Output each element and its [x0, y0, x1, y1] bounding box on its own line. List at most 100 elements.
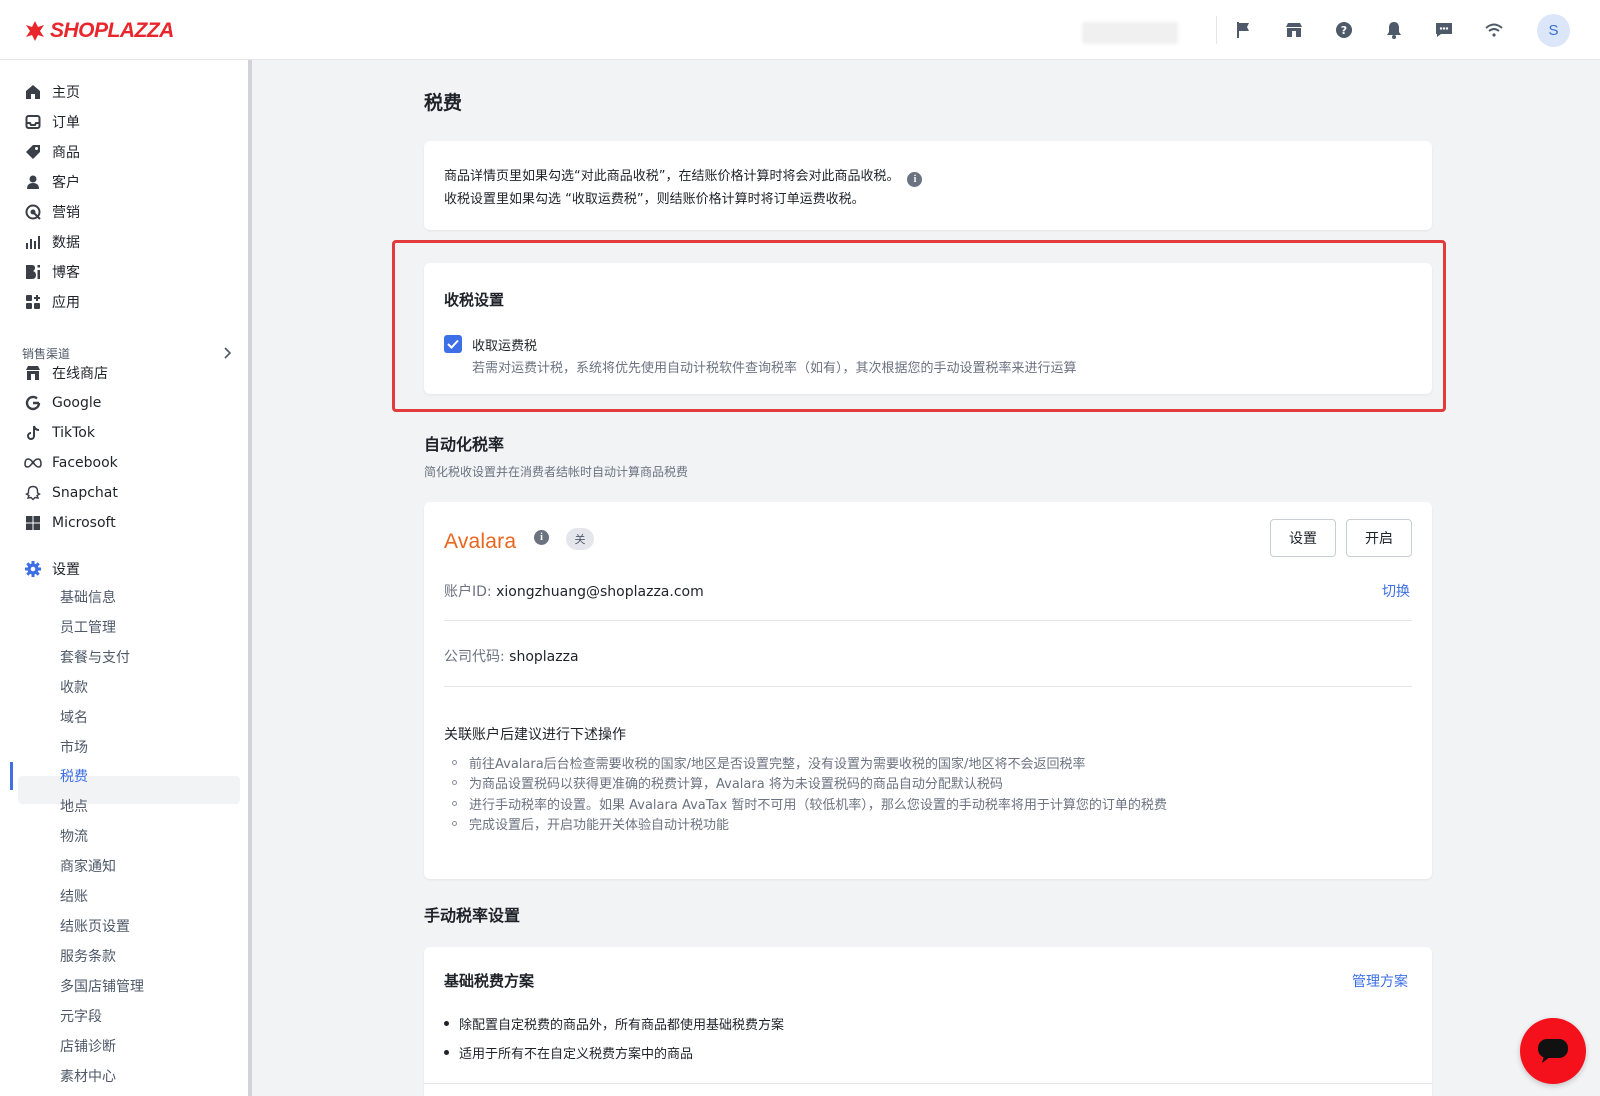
tag-icon [24, 143, 42, 161]
sidebar-item-blog[interactable]: 博客 [24, 257, 80, 287]
shoplazza-logo-icon [26, 21, 44, 41]
settings-item-payments[interactable]: 收款 [60, 673, 88, 701]
sidebar-channel-online-store[interactable]: 在线商店 [24, 358, 108, 388]
base-tax-plan-title: 基础税费方案 [444, 972, 535, 990]
divider [444, 686, 1412, 687]
sidebar-item-analytics[interactable]: 数据 [24, 227, 80, 257]
status-badge: 关 [566, 528, 594, 550]
account-id-row: 账户ID: xiongzhuang@shoplazza.com [444, 584, 704, 600]
tax-info-card: 商品详情页里如果勾选“对此商品收税”，在结账价格计算时将会对此商品收税。 i 收税… [424, 141, 1432, 230]
settings-item-metafields[interactable]: 元字段 [60, 1002, 102, 1030]
list-item: 适用于所有不在自定义税费方案中的商品 [444, 1038, 784, 1067]
divider [444, 620, 1412, 621]
sidebar-item-label: 营销 [52, 205, 80, 221]
sidebar-item-products[interactable]: 商品 [24, 137, 80, 167]
settings-item-staff[interactable]: 员工管理 [60, 613, 116, 641]
sidebar-item-label: Google [52, 395, 102, 411]
app-frame: SHOPLAZZA ? S 主页 订单 商品 客户 营销 数据 博客 应用 销售… [0, 0, 1600, 1096]
sidebar-item-home[interactable]: 主页 [24, 77, 80, 107]
settings-item-notifications[interactable]: 商家通知 [60, 852, 116, 880]
settings-item-basic-info[interactable]: 基础信息 [60, 583, 116, 611]
brand-logo[interactable]: SHOPLAZZA [24, 18, 174, 44]
switch-account-link[interactable]: 切换 [1382, 581, 1410, 601]
manual-tax-title: 手动税率设置 [424, 906, 521, 925]
active-item-indicator [10, 762, 13, 790]
sidebar-item-marketing[interactable]: 营销 [24, 197, 80, 227]
settings-item-diagnosis[interactable]: 店铺诊断 [60, 1032, 116, 1060]
store-name-blurred[interactable] [1082, 22, 1178, 44]
settings-item-taxes[interactable]: 税费 [60, 762, 88, 790]
sidebar-item-label: Facebook [52, 455, 118, 471]
google-icon [24, 394, 42, 412]
sidebar-channel-microsoft[interactable]: Microsoft [24, 508, 116, 538]
avalara-settings-button[interactable]: 设置 [1270, 519, 1336, 557]
sidebar-item-customers[interactable]: 客户 [24, 167, 80, 197]
target-icon [24, 203, 42, 221]
settings-item-assets[interactable]: 素材中心 [60, 1062, 116, 1090]
store-icon[interactable] [1283, 19, 1305, 41]
tiktok-icon [24, 424, 42, 442]
sidebar-item-settings[interactable]: 设置 [24, 554, 80, 584]
topbar-divider [1216, 16, 1217, 44]
svg-text:?: ? [1341, 24, 1347, 37]
chat-button[interactable] [1520, 1018, 1586, 1084]
settings-item-multi-store[interactable]: 多国店铺管理 [60, 972, 144, 1000]
auto-tax-title: 自动化税率 [424, 435, 505, 454]
meta-icon [24, 454, 42, 472]
sidebar-item-label: 博客 [52, 265, 80, 281]
manage-plans-link[interactable]: 管理方案 [1352, 971, 1408, 991]
settings-item-checkout[interactable]: 结账 [60, 882, 88, 910]
info-line-2: 收税设置里如果勾选 “收取运费税”，则结账价格计算时将订单运费收税。 [444, 192, 865, 207]
sidebar-channel-tiktok[interactable]: TikTok [24, 418, 95, 448]
info-line-1: 商品详情页里如果勾选“对此商品收税”，在结账价格计算时将会对此商品收税。 i [444, 165, 923, 187]
brand-name: SHOPLAZZA [50, 19, 174, 42]
auto-tax-subtitle: 简化税收设置并在消费者结帐时自动计算商品税费 [424, 465, 689, 479]
company-code-row: 公司代码: shoplazza [444, 649, 579, 665]
settings-item-plan-billing[interactable]: 套餐与支付 [60, 643, 130, 671]
steps-list: 前往Avalara后台检查需要收税的国家/地区是否设置完整，没有设置为需要收税的… [452, 752, 1167, 834]
list-item: 进行手动税率的设置。如果 Avalara AvaTax 暂时不可用（较低机率），… [452, 793, 1167, 814]
sidebar-item-label: 应用 [52, 295, 80, 311]
sidebar-channel-facebook[interactable]: Facebook [24, 448, 118, 478]
chat-icon [1538, 1039, 1568, 1063]
sidebar-item-apps[interactable]: 应用 [24, 287, 80, 317]
sidebar-item-label: 数据 [52, 235, 80, 251]
inbox-icon [24, 113, 42, 131]
message-icon[interactable] [1433, 19, 1455, 41]
sidebar-item-label: 客户 [52, 175, 80, 191]
sidebar-channel-snapchat[interactable]: Snapchat [24, 478, 118, 508]
flag-icon[interactable] [1233, 19, 1255, 41]
sidebar-item-label: Microsoft [52, 515, 116, 531]
base-tax-plan-card: 基础税费方案 管理方案 除配置自定税费的商品外，所有商品都使用基础税费方案 适用… [424, 947, 1432, 1096]
active-item-highlight [18, 776, 240, 804]
person-icon [24, 173, 42, 191]
bar-chart-icon [24, 233, 42, 251]
settings-item-shipping[interactable]: 物流 [60, 822, 88, 850]
list-item: 除配置自定税费的商品外，所有商品都使用基础税费方案 [444, 1009, 784, 1038]
sidebar-channel-google[interactable]: Google [24, 388, 101, 418]
page-title: 税费 [424, 92, 463, 114]
user-avatar[interactable]: S [1537, 14, 1570, 47]
chevron-right-icon [224, 347, 232, 359]
settings-item-locations[interactable]: 地点 [60, 792, 88, 820]
sidebar-item-label: 主页 [52, 85, 80, 101]
sidebar-scrollbar[interactable] [248, 60, 252, 1096]
info-icon[interactable]: i [907, 172, 923, 187]
avalara-logo: Avalara [444, 530, 517, 553]
sidebar-item-orders[interactable]: 订单 [24, 107, 80, 137]
home-icon [24, 83, 42, 101]
list-item: 完成设置后，开启功能开关体验自动计税功能 [452, 814, 1167, 835]
highlight-box [392, 240, 1446, 412]
bell-icon[interactable] [1383, 19, 1405, 41]
settings-item-domains[interactable]: 域名 [60, 703, 88, 731]
blog-icon [24, 263, 42, 281]
help-icon[interactable]: ? [1333, 19, 1355, 41]
settings-item-checkout-page[interactable]: 结账页设置 [60, 912, 130, 940]
store-icon [24, 364, 42, 382]
avalara-info-icon[interactable]: i [534, 530, 549, 545]
list-item: 为商品设置税码以获得更准确的税费计算，Avalara 将为未设置税码的商品自动分… [452, 773, 1167, 794]
settings-item-terms[interactable]: 服务条款 [60, 942, 116, 970]
wifi-icon[interactable] [1483, 19, 1505, 41]
settings-item-markets[interactable]: 市场 [60, 733, 88, 761]
avalara-enable-button[interactable]: 开启 [1346, 519, 1412, 557]
